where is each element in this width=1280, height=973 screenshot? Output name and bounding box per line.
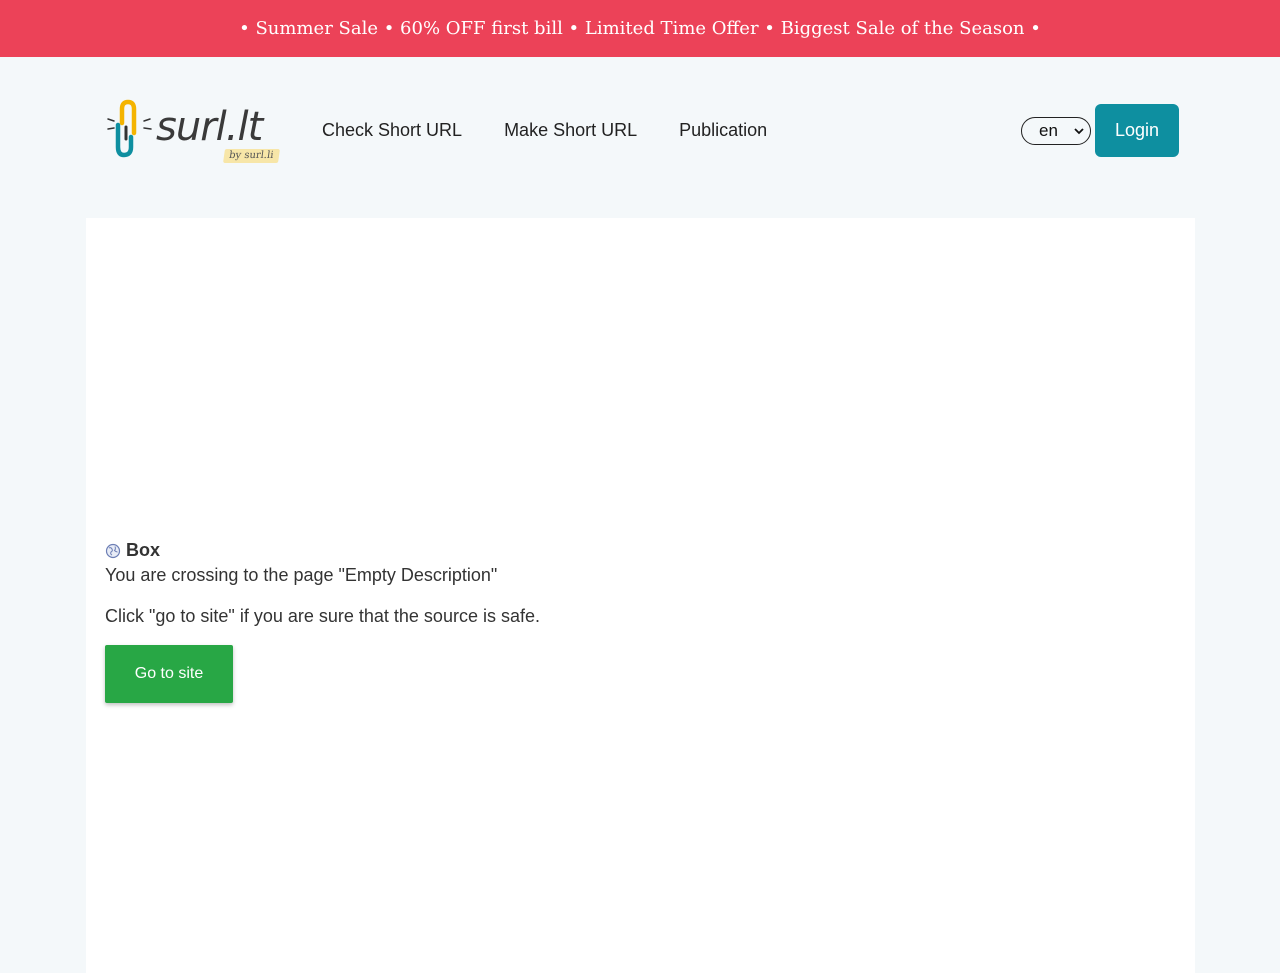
logo-subtitle: by surl.li bbox=[223, 149, 281, 163]
go-to-site-label: Go to site bbox=[134, 665, 204, 682]
nav-make-short-url[interactable]: Make Short URL bbox=[504, 118, 637, 142]
main-card: Box You are crossing to the page "Empty … bbox=[86, 218, 1195, 973]
site-name: Box bbox=[126, 540, 161, 560]
nav-check-short-url[interactable]: Check Short URL bbox=[322, 118, 462, 142]
language-select[interactable]: en bbox=[1021, 117, 1091, 145]
language-value: en bbox=[1039, 121, 1058, 140]
login-label: Login bbox=[1114, 120, 1160, 140]
paperclip-logo-icon bbox=[107, 99, 152, 158]
site-title: Box bbox=[105, 540, 160, 561]
nav-publication[interactable]: Publication bbox=[679, 118, 767, 142]
safety-message: Click "go to site" if you are sure that … bbox=[105, 606, 540, 626]
main-nav: Check Short URL Make Short URL Publicati… bbox=[322, 118, 767, 142]
logo-text: surl.lt bbox=[156, 104, 263, 150]
chevron-down-icon bbox=[1074, 128, 1084, 135]
globe-icon bbox=[105, 543, 121, 558]
go-to-site-button[interactable]: Go to site bbox=[105, 645, 233, 703]
logo[interactable]: surl.lt by surl.li bbox=[106, 99, 282, 169]
site-header: surl.lt by surl.li Check Short URL Make … bbox=[0, 57, 1280, 218]
promo-text: • Summer Sale • 60% OFF first bill • Lim… bbox=[239, 18, 1041, 39]
promo-banner[interactable]: • Summer Sale • 60% OFF first bill • Lim… bbox=[0, 0, 1280, 57]
crossing-message: You are crossing to the page "Empty Desc… bbox=[105, 565, 498, 585]
login-button[interactable]: Login bbox=[1095, 104, 1179, 157]
